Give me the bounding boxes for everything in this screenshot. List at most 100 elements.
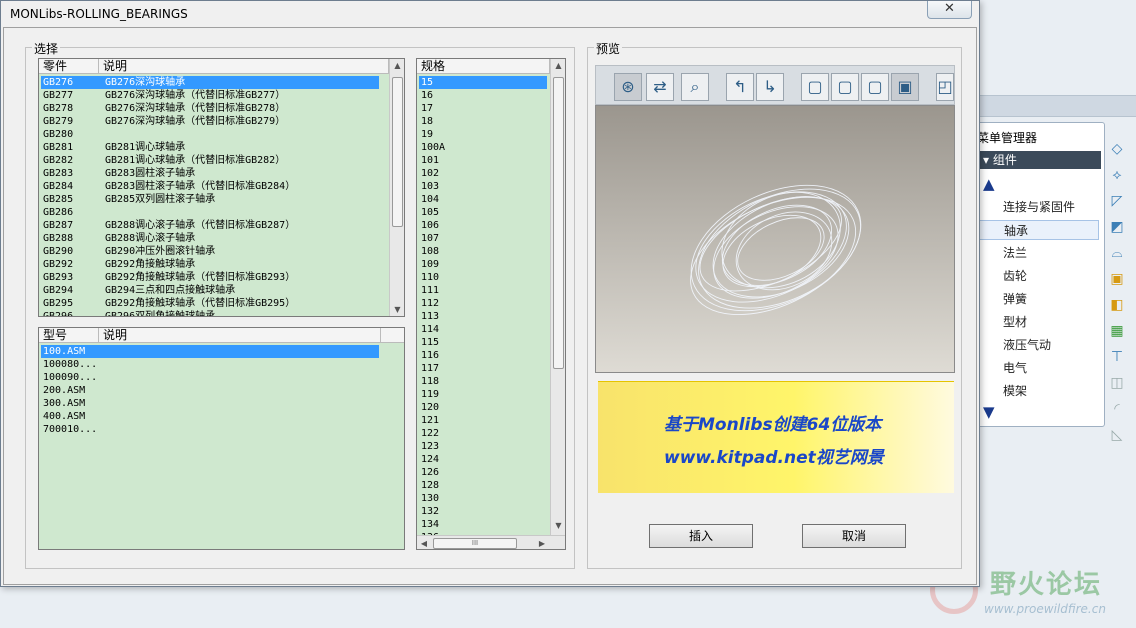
spec-row[interactable]: 108 [419, 245, 547, 258]
parts-row[interactable]: GB279 GB276深沟球轴承（代替旧标准GB279） [41, 115, 379, 128]
parts-row[interactable]: GB283 GB283圆柱滚子轴承 [41, 167, 379, 180]
parts-row[interactable]: GB292 GB292角接触球轴承 [41, 258, 379, 271]
extrude-icon[interactable]: ▣ [1106, 268, 1128, 290]
spec-row[interactable]: 124 [419, 453, 547, 466]
spec-row[interactable]: 122 [419, 427, 547, 440]
spec-row[interactable]: 104 [419, 193, 547, 206]
model-row[interactable]: 700010... [41, 423, 379, 436]
spec-row[interactable]: 123 [419, 440, 547, 453]
parts-row[interactable]: GB293 GB292角接触球轴承（代替旧标准GB293） [41, 271, 379, 284]
spec-row[interactable]: 134 [419, 518, 547, 531]
model-col-desc[interactable]: 说明 [99, 328, 381, 343]
spec-row[interactable]: 107 [419, 232, 547, 245]
parts-row[interactable]: GB286 [41, 206, 379, 219]
sketch-icon[interactable]: ◸ [1106, 190, 1128, 212]
spec-row[interactable]: 17 [419, 102, 547, 115]
menu-item-profiles[interactable]: 型材 [979, 312, 1099, 332]
spec-row[interactable]: 116 [419, 349, 547, 362]
parts-row[interactable]: GB276 GB276深沟球轴承 [41, 76, 379, 89]
spec-row[interactable]: 132 [419, 505, 547, 518]
close-button[interactable]: ✕ [927, 1, 972, 19]
spec-row[interactable]: 110 [419, 271, 547, 284]
cancel-button[interactable]: 取消 [802, 524, 906, 548]
menu-item-mold-base[interactable]: 模架 [979, 381, 1099, 401]
spec-row[interactable]: 101 [419, 154, 547, 167]
spec-row[interactable]: 106 [419, 219, 547, 232]
model-row[interactable]: 100.ASM [41, 345, 379, 358]
undo-view-icon[interactable]: ↰ [726, 73, 754, 101]
scroll-right-icon[interactable]: ▶ [535, 536, 549, 549]
spec-row[interactable]: 16 [419, 89, 547, 102]
parts-row[interactable]: GB296 GB296双列角接触球轴承 [41, 310, 379, 316]
parts-row[interactable]: GB280 [41, 128, 379, 141]
parts-row[interactable]: GB278 GB276深沟球轴承（代替旧标准GB278） [41, 102, 379, 115]
scroll-thumb[interactable]: III [433, 538, 517, 549]
spec-row[interactable]: 115 [419, 336, 547, 349]
spec-row[interactable]: 126 [419, 466, 547, 479]
parts-row[interactable]: GB295 GB292角接触球轴承（代替旧标准GB295） [41, 297, 379, 310]
spec-row[interactable]: 18 [419, 115, 547, 128]
parts-row[interactable]: GB284 GB283圆柱滚子轴承（代替旧标准GB284） [41, 180, 379, 193]
spec-col-size[interactable]: 规格 [417, 59, 550, 74]
scroll-down-arrow-icon[interactable]: ▼ [983, 403, 995, 421]
parts-list[interactable]: 零件 说明 GB276 GB276深沟球轴承 GB277 GB276深沟球轴承（代替旧… [38, 58, 405, 317]
model-row[interactable]: 200.ASM [41, 384, 379, 397]
spec-row[interactable]: 100A [419, 141, 547, 154]
model-list[interactable]: 型号 说明 100.ASM 100080... 100090... 200.ASM 30… [38, 327, 405, 550]
menu-item-springs[interactable]: 弹簧 [979, 289, 1099, 309]
datum-plane-icon[interactable]: ◇ [1106, 138, 1128, 160]
menu-item-bearings[interactable]: 轴承 [979, 220, 1099, 240]
parts-row[interactable]: GB290 GB290冲压外圈滚针轴承 [41, 245, 379, 258]
surface-icon[interactable]: ◩ [1106, 216, 1128, 238]
scroll-left-icon[interactable]: ◀ [417, 536, 431, 549]
model-row[interactable]: 100080... [41, 358, 379, 371]
spec-row[interactable]: 114 [419, 323, 547, 336]
model-row[interactable]: 100090... [41, 371, 379, 384]
wireframe-icon[interactable]: ▢ [801, 73, 829, 101]
spec-row[interactable]: 19 [419, 128, 547, 141]
menu-item-flanges[interactable]: 法兰 [979, 243, 1099, 263]
parts-col-part[interactable]: 零件 [39, 59, 99, 74]
shaded-icon[interactable]: ▣ [891, 73, 919, 101]
orient-icon[interactable]: ⇄ [646, 73, 674, 101]
insert-button[interactable]: 插入 [649, 524, 753, 548]
spec-row[interactable]: 103 [419, 180, 547, 193]
spec-row[interactable]: 121 [419, 414, 547, 427]
preview-viewport[interactable] [595, 105, 955, 373]
parts-row[interactable]: GB294 GB294三点和四点接触球轴承 [41, 284, 379, 297]
zoom-fit-icon[interactable]: ⌕ [681, 73, 709, 101]
spec-row[interactable]: 15 [419, 76, 547, 89]
spec-list[interactable]: 规格 15 16 17 18 19 100A 101 102 103 104 105 106 107 10… [416, 58, 566, 550]
scroll-up-icon[interactable]: ▲ [551, 59, 565, 73]
scroll-up-arrow-icon[interactable]: ▲ [983, 175, 995, 193]
hole-icon[interactable]: ⊤ [1106, 346, 1128, 368]
menu-item-gears[interactable]: 齿轮 [979, 266, 1099, 286]
spec-row[interactable]: 118 [419, 375, 547, 388]
spec-row[interactable]: 130 [419, 492, 547, 505]
spec-row[interactable]: 128 [419, 479, 547, 492]
datum-display-icon[interactable]: ◰ [936, 73, 954, 101]
scroll-down-icon[interactable]: ▼ [551, 519, 565, 533]
redo-view-icon[interactable]: ↳ [756, 73, 784, 101]
parts-row[interactable]: GB282 GB281调心球轴承（代替旧标准GB282） [41, 154, 379, 167]
round-icon[interactable]: ◜ [1106, 398, 1128, 420]
spec-row[interactable]: 117 [419, 362, 547, 375]
chamfer-icon[interactable]: ◺ [1106, 424, 1128, 446]
parts-row[interactable]: GB287 GB288调心滚子轴承（代替旧标准GB287） [41, 219, 379, 232]
menu-item-hydraulics[interactable]: 液压气动 [979, 335, 1099, 355]
model-row[interactable]: 300.ASM [41, 397, 379, 410]
spec-hscrollbar[interactable]: ◀ III ▶ [417, 535, 565, 549]
parts-col-desc[interactable]: 说明 [99, 59, 389, 74]
spec-row[interactable]: 113 [419, 310, 547, 323]
menu-item-electrical[interactable]: 电气 [979, 358, 1099, 378]
datum-axis-icon[interactable]: ⟡ [1106, 164, 1128, 186]
spec-row[interactable]: 120 [419, 401, 547, 414]
spec-row[interactable]: 102 [419, 167, 547, 180]
parts-row[interactable]: GB285 GB285双列圆柱滚子轴承 [41, 193, 379, 206]
spec-vscrollbar[interactable]: ▲ ▼ [550, 59, 565, 535]
parts-row[interactable]: GB288 GB288调心滚子轴承 [41, 232, 379, 245]
scroll-thumb[interactable] [553, 77, 564, 369]
spec-row[interactable]: 119 [419, 388, 547, 401]
parts-row[interactable]: GB277 GB276深沟球轴承（代替旧标准GB277） [41, 89, 379, 102]
menu-item-fasteners[interactable]: 连接与紧固件 [979, 197, 1099, 217]
